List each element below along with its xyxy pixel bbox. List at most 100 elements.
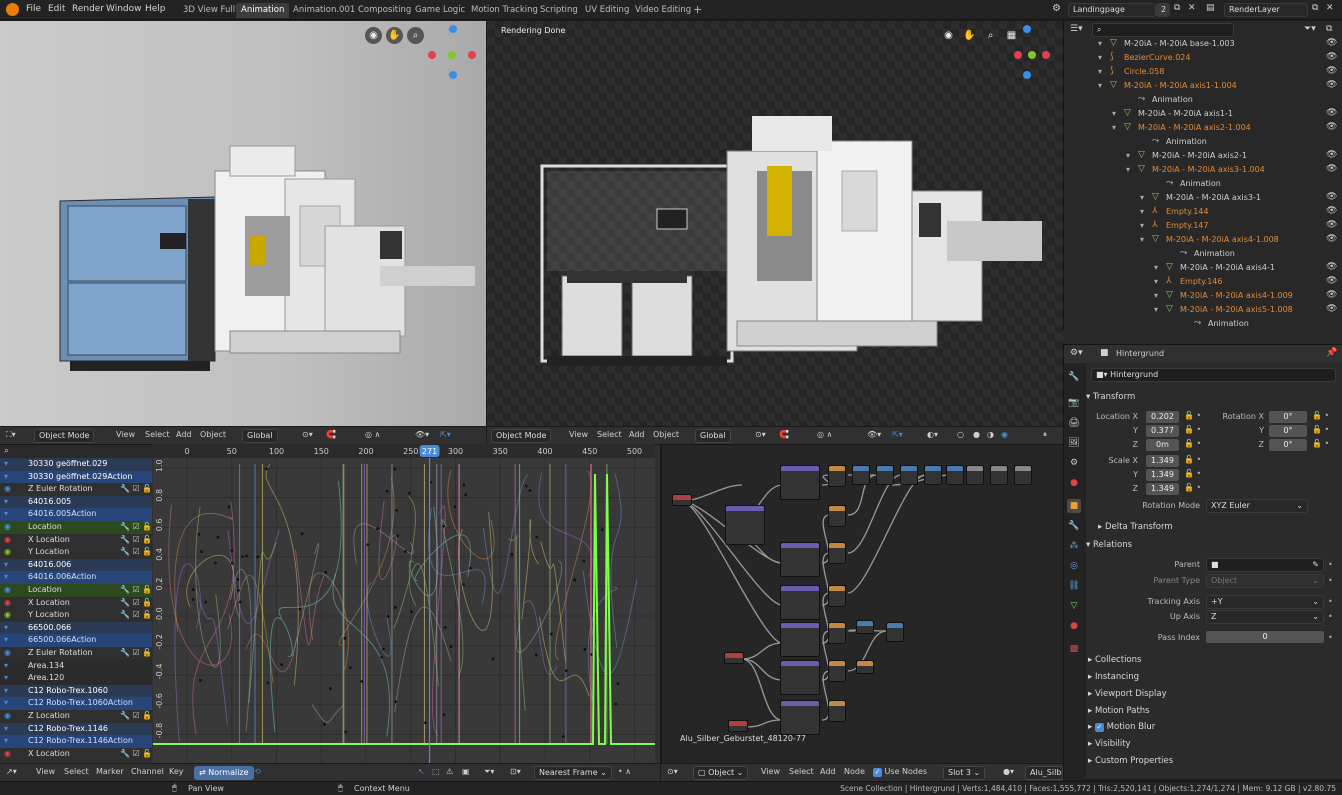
rotation-z-field[interactable]: 0° [1269,439,1307,451]
keyframe-point[interactable] [216,535,220,539]
keyframe-point[interactable] [385,489,389,493]
shading-rendered-icon[interactable]: ◉ [1001,430,1008,439]
shader-node[interactable] [828,585,846,607]
shader-node[interactable] [828,700,846,722]
visibility-eye-icon[interactable]: 👁 [1326,276,1337,286]
channel-icon[interactable]: ▾ [4,724,8,733]
location-x-field[interactable]: 0.202 [1146,411,1179,423]
motion-blur-checkbox[interactable]: ✓ [1094,723,1104,732]
outliner-row[interactable]: ▾ ▽ M-20iA - M-20iA axis3-1.004 👁 [1070,164,1342,178]
visibility-eye-icon[interactable]: 👁 [1326,80,1337,90]
pan-hand-icon[interactable]: ✋ [386,27,403,44]
outliner-editor-icon[interactable]: ☰▾ [1070,24,1083,34]
panel-motion-blur-header[interactable]: ▸ ✓ Motion Blur [1088,722,1155,732]
channel-row[interactable]: ◉ Z Euler Rotation 🔧 ☑ 🔓 [0,647,152,660]
outliner-search-input[interactable]: ⌕ [1092,23,1234,37]
channel-row[interactable]: ◉ Y Location 🔧 ☑ 🔓 [0,609,152,622]
shader-node[interactable] [725,505,765,545]
lock-icon[interactable]: 🔓 • [1184,411,1201,420]
channel-icon[interactable]: ▾ [4,673,8,682]
material-tab-icon[interactable]: ● [1067,619,1081,633]
box-select-icon[interactable]: ⬚ [432,767,440,776]
keyframe-point[interactable] [534,653,538,657]
world-tab-icon[interactable]: ● [1067,476,1081,490]
channel-row[interactable]: ▾ 64016.005Action [0,508,152,521]
panel-motion-paths-header[interactable]: ▸ Motion Paths [1088,706,1150,716]
tab-compositing[interactable]: Compositing [353,3,416,18]
shader-node[interactable] [886,622,904,642]
shading-wireframe-icon[interactable]: ○ [957,430,964,439]
node-editor[interactable]: Alu_Silber_Geburstet_48120-77 [661,444,1063,763]
visibility-eye-icon[interactable]: 👁 [1326,206,1337,216]
axis-neg-x-dot[interactable] [428,51,436,59]
menu-view[interactable]: View [761,767,780,776]
visibility-eye-icon[interactable]: 👁 [1326,262,1337,272]
scene-users-count[interactable]: 2 [1156,3,1170,17]
outliner-row[interactable]: ▾ ⅄ Empty.147 👁 [1070,220,1342,234]
axis-neg-x-dot[interactable] [1014,51,1022,59]
keyframe-point[interactable] [376,527,379,531]
material-browse-icon[interactable]: ●▾ [1003,767,1014,776]
keyframe-point[interactable] [443,625,447,629]
menu-add[interactable]: Add [629,430,645,439]
channel-row[interactable]: ◉ X Location 🔧 ☑ 🔓 [0,747,152,761]
shader-node[interactable] [828,465,846,487]
axis-z-dot[interactable] [449,25,457,33]
shader-node[interactable] [946,465,964,485]
close-icon[interactable]: ✕ [1188,3,1196,13]
keyframe-point[interactable] [280,663,284,666]
channel-row[interactable]: ▾ C12 Robo-Trex.1146 [0,722,152,736]
keyframe-point[interactable] [343,636,347,640]
visibility-eye-icon[interactable]: 👁 [1326,164,1337,174]
channel-icon[interactable]: ◉ [4,598,11,607]
visibility-eye-icon[interactable]: 👁 [1326,66,1337,76]
view-layer-field[interactable]: RenderLayer [1224,3,1308,17]
zoom-icon[interactable]: ⌕ [982,27,999,44]
expand-arrow-icon[interactable]: ▾ [1112,109,1116,118]
expand-arrow-icon[interactable]: ▾ [1154,291,1158,300]
normalize-toggle[interactable]: ⇄ Normalize [194,766,254,780]
tab-motion-tracking[interactable]: Motion Tracking [466,3,543,18]
axis-neg-z-dot[interactable] [1023,71,1031,79]
keyframe-point[interactable] [191,588,195,592]
rotation-mode-select[interactable]: XYZ Euler ⌄ [1206,499,1308,513]
keyframe-point[interactable] [491,657,495,661]
channel-icon[interactable]: ◉ [4,535,11,544]
keyframe-point[interactable] [469,566,472,570]
render-tab-icon[interactable]: 📷 [1067,396,1081,410]
mode-select[interactable]: Object Mode [34,429,95,443]
keyframe-point[interactable] [236,577,240,581]
shader-node[interactable] [780,622,820,657]
keyframe-point[interactable] [423,721,427,725]
channel-toggle-icons[interactable]: 🔧 ☑ 🔓 [120,535,152,544]
filter-icon[interactable]: ⏷▾ [484,767,494,777]
overlay-icon[interactable]: ◐▾ [927,430,938,439]
keyframe-point[interactable] [582,559,586,563]
tab-animation[interactable]: Animation [236,3,290,18]
rotation-y-field[interactable]: 0° [1269,425,1307,437]
menu-add[interactable]: Add [820,767,836,776]
panel-transform-header[interactable]: ▾ Transform [1086,392,1135,402]
channel-row[interactable]: ▾ 30330 geöffnet.029 [0,458,152,471]
shader-type-select[interactable]: ▢ Object ⌄ [693,766,749,780]
keyframe-point[interactable] [564,669,568,673]
data-tab-icon[interactable]: ▽ [1067,599,1081,613]
keyframe-point[interactable] [528,489,532,492]
menu-view[interactable]: View [36,767,55,776]
viewport-solid[interactable] [0,21,486,426]
channel-row[interactable]: ▾ 66500.066 [0,621,152,635]
warning-icon[interactable]: ⚠ [446,767,453,776]
visibility-icon[interactable]: 👁▾ [867,430,881,439]
scale-x-field[interactable]: 1.349 [1146,455,1179,467]
channel-row[interactable]: ▾ Area.120 [0,672,152,685]
channel-icon[interactable]: ▾ [4,736,8,745]
channel-toggle-icons[interactable]: 🔧 ☑ 🔓 [120,585,152,594]
channel-row[interactable]: ▾ C12 Robo-Trex.1146Action [0,735,152,748]
keyframe-dot-icon[interactable]: • [1328,560,1333,569]
keyframe-point[interactable] [204,600,208,604]
outliner-row[interactable]: ▾ ▽ M-20iA - M-20iA axis4-1 👁 [1070,262,1342,276]
keyframe-point[interactable] [449,645,453,648]
shader-node[interactable] [672,494,692,506]
menu-select[interactable]: Select [145,430,170,439]
channel-row[interactable]: ▾ 66500.066Action [0,634,152,647]
